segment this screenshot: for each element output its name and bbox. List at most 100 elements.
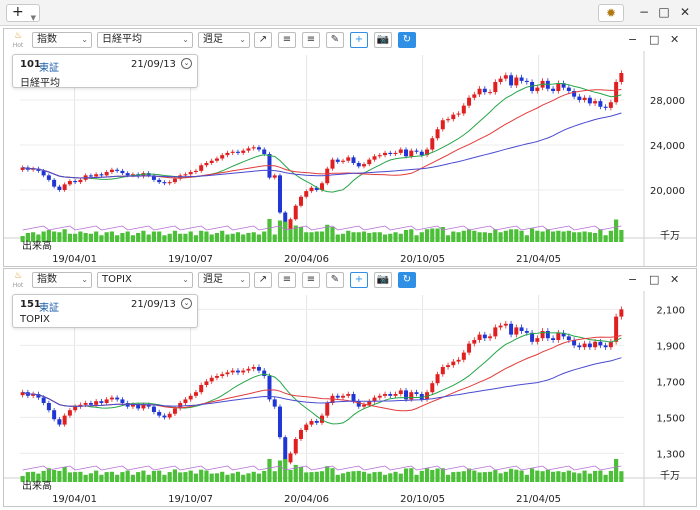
candle-body [167,413,172,418]
maximize-button[interactable]: □ [656,4,672,20]
align-tool-button[interactable]: ≡ [278,32,296,48]
volume-bar [524,235,529,242]
candle-body [519,327,524,331]
volume-bar [204,231,209,242]
candle-body [267,376,272,400]
volume-bar [346,471,351,482]
index-select[interactable]: 日経平均 ⌄ [97,32,193,48]
trendline-tool-button[interactable]: ↗ [254,32,272,48]
volume-bar [325,466,330,482]
plus-icon: + [12,4,24,20]
volume-bar [508,468,514,482]
settings-button[interactable]: ✹ [598,4,624,22]
period-select[interactable]: 週足 ⌄ [198,32,250,48]
crosshair-tool-button[interactable]: + [350,32,368,48]
volume-bar [83,233,88,242]
chevron-down-icon[interactable]: ⌄ [181,58,192,69]
volume-bar [52,470,57,482]
volume-bar [514,229,519,242]
close-button[interactable]: ✕ [677,4,693,20]
refresh-button[interactable]: ↻ [398,272,416,288]
add-window-button[interactable]: + ▼ [6,4,40,22]
candle-body [393,394,398,396]
volume-bar [235,232,241,242]
pen-tool-button[interactable]: ✎ [326,32,344,48]
volume-bar [120,472,125,482]
candle-body [551,88,556,91]
minimize-button[interactable]: − [636,4,652,20]
candle-body [262,370,267,376]
candle-body [141,404,146,409]
type-select[interactable]: 指数 ⌄ [32,272,92,288]
refresh-button[interactable]: ↻ [398,32,416,48]
volume-bar [393,471,398,482]
candle-body [193,392,198,396]
volume-bar [188,470,193,482]
candle-body [288,453,293,463]
volume-bar [403,468,409,482]
volume-bar [519,230,524,242]
candle-body [372,397,377,402]
volume-bar [209,234,214,242]
candle-body [115,397,120,400]
trendline-tool-button[interactable]: ↗ [254,272,272,288]
lines-tool-button[interactable]: ≡ [302,32,320,48]
volume-bar [409,468,414,482]
volume-bar [283,221,288,242]
candle-body [398,390,403,394]
camera-tool-button[interactable]: 📷 [374,272,392,288]
candle-body [477,334,482,340]
panel-maximize-button[interactable]: □ [649,33,659,47]
candle-body [514,77,519,86]
volume-bar [414,474,419,482]
period-select[interactable]: 週足 ⌄ [198,272,250,288]
candle-body [41,397,46,403]
panel-maximize-button[interactable]: □ [649,273,659,287]
volume-bar [424,229,430,242]
volume-bar [225,474,230,482]
x-tick-label: 20/04/06 [284,494,329,505]
panel-close-button[interactable]: ✕ [670,33,679,47]
candle-body [398,149,403,153]
volume-bar [503,230,508,242]
volume-bar [57,232,62,242]
type-select[interactable]: 指数 ⌄ [32,32,92,48]
candle-body [619,309,624,317]
candle-body [262,149,267,154]
candle-body [88,175,93,177]
panel-minimize-button[interactable]: − [628,273,637,287]
candle-body [172,178,177,183]
panel-minimize-button[interactable]: − [628,33,637,47]
volume-bar [162,235,167,242]
volume-bar [514,469,519,482]
candle-body [225,152,230,156]
panel-close-button[interactable]: ✕ [670,273,679,287]
volume-bar [608,470,613,482]
candle-body [41,170,46,176]
hot-icon[interactable]: ♨ Hot [10,31,26,51]
camera-tool-button[interactable]: 📷 [374,32,392,48]
volume-bar [304,232,309,242]
volume-bar [220,471,225,482]
volume-bar [498,473,503,482]
index-select[interactable]: TOPIX ⌄ [97,272,193,288]
volume-bar [367,233,372,242]
candle-body [545,80,550,89]
pen-tool-button[interactable]: ✎ [326,272,344,288]
hot-icon[interactable]: ♨ Hot [10,271,26,291]
candle-body [277,175,282,213]
volume-bar [272,471,277,482]
crosshair-tool-button[interactable]: + [350,272,368,288]
volume-bar [136,233,141,242]
lines-tool-button[interactable]: ≡ [302,272,320,288]
candle-body [451,114,456,120]
candle-body [404,149,409,157]
volume-bar [88,233,94,242]
moving-average-line [22,335,622,412]
candle-body [209,160,214,163]
chevron-down-icon[interactable]: ⌄ [181,298,192,309]
align-tool-button[interactable]: ≡ [278,272,296,288]
volume-bar [388,233,393,242]
volume-bar [88,473,94,482]
volume-bar [493,229,498,242]
